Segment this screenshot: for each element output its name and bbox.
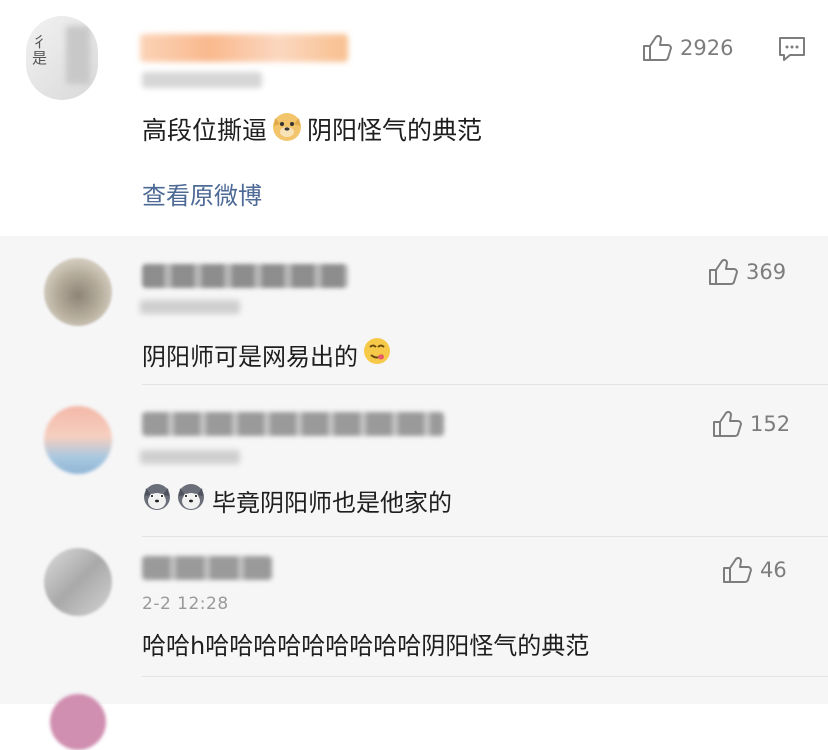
timestamp: [142, 72, 262, 88]
like-button[interactable]: 46: [722, 556, 787, 584]
comment-text: 高段位撕逼 阴阳怪气的典范: [142, 110, 482, 148]
username[interactable]: [140, 34, 348, 62]
main-comment: 彳是 2926 高段位撕逼 阴阳怪气的典范 查看原微博: [0, 0, 828, 236]
avatar[interactable]: [44, 406, 112, 474]
husky-emoji: [142, 482, 172, 518]
comment-icon[interactable]: [778, 36, 806, 66]
reply-text: 毕竟阴阳师也是他家的: [142, 482, 452, 518]
thumbs-up-icon: [722, 556, 752, 584]
username[interactable]: [142, 556, 272, 580]
reply-text-body: 毕竟阴阳师也是他家的: [212, 488, 452, 517]
lick-lips-emoji: [362, 336, 392, 372]
reply-text: 阴阳师可是网易出的: [142, 336, 392, 372]
username[interactable]: [142, 264, 348, 288]
divider: [142, 536, 828, 537]
username[interactable]: [142, 412, 444, 436]
reply-text-body: 阴阳师可是网易出的: [142, 342, 358, 371]
thumbs-up-icon: [712, 410, 742, 438]
reply-list: 369 阴阳师可是网易出的 152 毕竟阴阳师也是他家的 2-2 12:28 4…: [0, 236, 828, 750]
like-count: 369: [746, 260, 787, 284]
timestamp: 2-2 12:28: [142, 594, 229, 614]
husky-emoji: [176, 482, 206, 518]
timestamp: [140, 300, 240, 314]
reply-text-body: 哈哈h哈哈哈哈哈哈哈哈哈阴阳怪气的典范: [142, 632, 590, 660]
like-button[interactable]: 2926: [642, 34, 733, 62]
divider: [142, 676, 828, 677]
avatar[interactable]: 彳是: [26, 16, 98, 100]
avatar[interactable]: [50, 694, 106, 750]
like-count: 152: [750, 412, 791, 436]
like-count: 46: [760, 558, 787, 582]
thumbs-up-icon: [708, 258, 738, 286]
like-count: 2926: [680, 36, 734, 60]
divider: [142, 384, 828, 385]
thumbs-up-icon: [642, 34, 672, 62]
like-button[interactable]: 369: [708, 258, 786, 286]
avatar[interactable]: [44, 258, 112, 326]
doge-emoji: [271, 110, 303, 148]
like-button[interactable]: 152: [712, 410, 790, 438]
view-original-link[interactable]: 查看原微博: [142, 176, 262, 211]
comment-text-part2: 阴阳怪气的典范: [307, 116, 483, 145]
avatar[interactable]: [44, 548, 112, 616]
timestamp: [140, 450, 240, 464]
comment-text-part1: 高段位撕逼: [142, 116, 268, 145]
reply-text: 哈哈h哈哈哈哈哈哈哈哈哈阴阳怪气的典范: [142, 626, 589, 661]
